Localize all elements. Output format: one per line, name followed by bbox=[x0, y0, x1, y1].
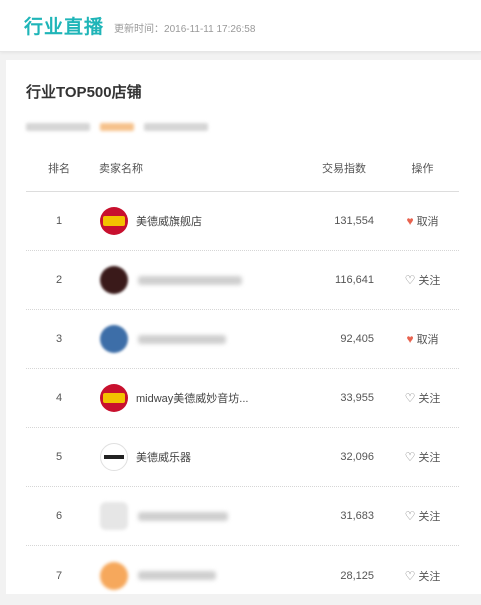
shop-logo bbox=[100, 266, 128, 294]
heart-outline-icon: ♡ bbox=[404, 450, 416, 464]
table-row: 1 美德威旗舰店 131,554 ♥ 取消 bbox=[26, 192, 459, 251]
shop-name[interactable]: 美德威乐器 bbox=[136, 449, 191, 465]
filter-tab-active-blurred[interactable] bbox=[100, 123, 134, 131]
follow-button[interactable]: ♡ 关注 bbox=[405, 390, 441, 406]
shop-name-blurred[interactable] bbox=[138, 334, 226, 344]
shop-name-blurred[interactable] bbox=[138, 275, 242, 285]
action-cell: ♡ 关注 bbox=[386, 449, 459, 465]
heart-filled-icon: ♥ bbox=[406, 332, 414, 346]
trade-index: 116,641 bbox=[335, 274, 374, 286]
page-title: 行业直播 bbox=[24, 17, 105, 38]
shop-logo bbox=[100, 325, 128, 353]
rank: 4 bbox=[55, 392, 63, 404]
action-label: 取消 bbox=[416, 334, 439, 346]
header-seller: 卖家名称 bbox=[99, 162, 143, 175]
rank: 5 bbox=[55, 451, 63, 463]
seller-cell[interactable]: midway美德威妙音坊... bbox=[92, 384, 272, 412]
shop-logo bbox=[100, 443, 128, 471]
heart-outline-icon: ♡ bbox=[404, 509, 416, 523]
rank: 3 bbox=[55, 333, 63, 345]
follow-button[interactable]: ♡ 关注 bbox=[405, 508, 441, 524]
header-index: 交易指数 bbox=[322, 162, 366, 175]
header-rank: 排名 bbox=[48, 162, 70, 175]
heart-filled-icon: ♥ bbox=[406, 214, 414, 228]
filter-tab-blurred[interactable] bbox=[144, 123, 208, 131]
seller-cell[interactable]: 美德威乐器 bbox=[92, 443, 272, 471]
trade-index: 92,405 bbox=[340, 333, 374, 345]
table-row: 7 28,125 ♡ 关注 bbox=[26, 546, 459, 605]
shop-logo bbox=[100, 384, 128, 412]
table-row: 3 92,405 ♥ 取消 bbox=[26, 310, 459, 369]
table-row: 6 31,683 ♡ 关注 bbox=[26, 487, 459, 546]
trade-index: 28,125 bbox=[340, 569, 374, 582]
action-cell: ♡ 关注 bbox=[386, 568, 459, 584]
update-time: 更新时间：2016-11-11 17:26:58 bbox=[114, 24, 256, 35]
rank: 2 bbox=[55, 274, 63, 286]
follow-button[interactable]: ♡ 关注 bbox=[405, 272, 441, 288]
trade-index: 31,683 bbox=[340, 510, 374, 522]
action-cell: ♡ 关注 bbox=[386, 390, 459, 406]
rank: 6 bbox=[55, 510, 63, 522]
seller-cell[interactable]: 美德威旗舰店 bbox=[92, 207, 272, 235]
header-action: 操作 bbox=[411, 162, 434, 175]
top-bar: 行业直播 更新时间：2016-11-11 17:26:58 bbox=[0, 0, 481, 52]
unfollow-button[interactable]: ♥ 取消 bbox=[406, 331, 438, 347]
shop-name[interactable]: midway美德威妙音坊... bbox=[136, 390, 248, 406]
shop-logo bbox=[100, 561, 128, 590]
follow-button[interactable]: ♡ 关注 bbox=[405, 449, 441, 465]
seller-cell[interactable] bbox=[92, 325, 272, 353]
shop-name[interactable]: 美德威旗舰店 bbox=[136, 213, 202, 229]
action-label: 取消 bbox=[416, 216, 439, 228]
table-header: 排名 卖家名称 交易指数 操作 bbox=[26, 144, 459, 192]
action-cell: ♡ 关注 bbox=[386, 272, 459, 288]
heart-outline-icon: ♡ bbox=[404, 273, 416, 287]
heart-outline-icon: ♡ bbox=[404, 568, 416, 583]
shop-logo bbox=[100, 207, 128, 235]
seller-cell[interactable] bbox=[92, 561, 272, 590]
action-label: 关注 bbox=[418, 393, 441, 405]
unfollow-button[interactable]: ♥ 取消 bbox=[406, 213, 438, 229]
action-label: 关注 bbox=[418, 452, 441, 464]
action-label: 关注 bbox=[418, 511, 441, 523]
heart-outline-icon: ♡ bbox=[404, 391, 416, 405]
trade-index: 33,955 bbox=[340, 392, 374, 404]
rank: 7 bbox=[55, 569, 63, 582]
filter-bar bbox=[26, 120, 459, 134]
action-cell: ♡ 关注 bbox=[386, 508, 459, 524]
top-shops-card: 行业TOP500店铺 排名 卖家名称 交易指数 操作 1 美德威旗舰店 131,… bbox=[6, 60, 481, 594]
table-row: 2 116,641 ♡ 关注 bbox=[26, 251, 459, 310]
seller-cell[interactable] bbox=[92, 502, 272, 530]
trade-index: 32,096 bbox=[340, 451, 374, 463]
action-cell: ♥ 取消 bbox=[386, 213, 459, 229]
table-row: 5 美德威乐器 32,096 ♡ 关注 bbox=[26, 428, 459, 487]
shop-name-blurred[interactable] bbox=[138, 511, 228, 521]
follow-button[interactable]: ♡ 关注 bbox=[405, 568, 441, 584]
action-label: 关注 bbox=[418, 570, 441, 583]
action-cell: ♥ 取消 bbox=[386, 331, 459, 347]
card-title: 行业TOP500店铺 bbox=[26, 84, 142, 101]
shop-name-blurred[interactable] bbox=[138, 571, 216, 580]
shop-logo bbox=[100, 502, 128, 530]
filter-tab-blurred[interactable] bbox=[26, 123, 90, 131]
table-row: 4 midway美德威妙音坊... 33,955 ♡ 关注 bbox=[26, 369, 459, 428]
rank: 1 bbox=[55, 215, 63, 227]
trade-index: 131,554 bbox=[334, 215, 374, 227]
action-label: 关注 bbox=[418, 275, 441, 287]
seller-cell[interactable] bbox=[92, 266, 272, 294]
